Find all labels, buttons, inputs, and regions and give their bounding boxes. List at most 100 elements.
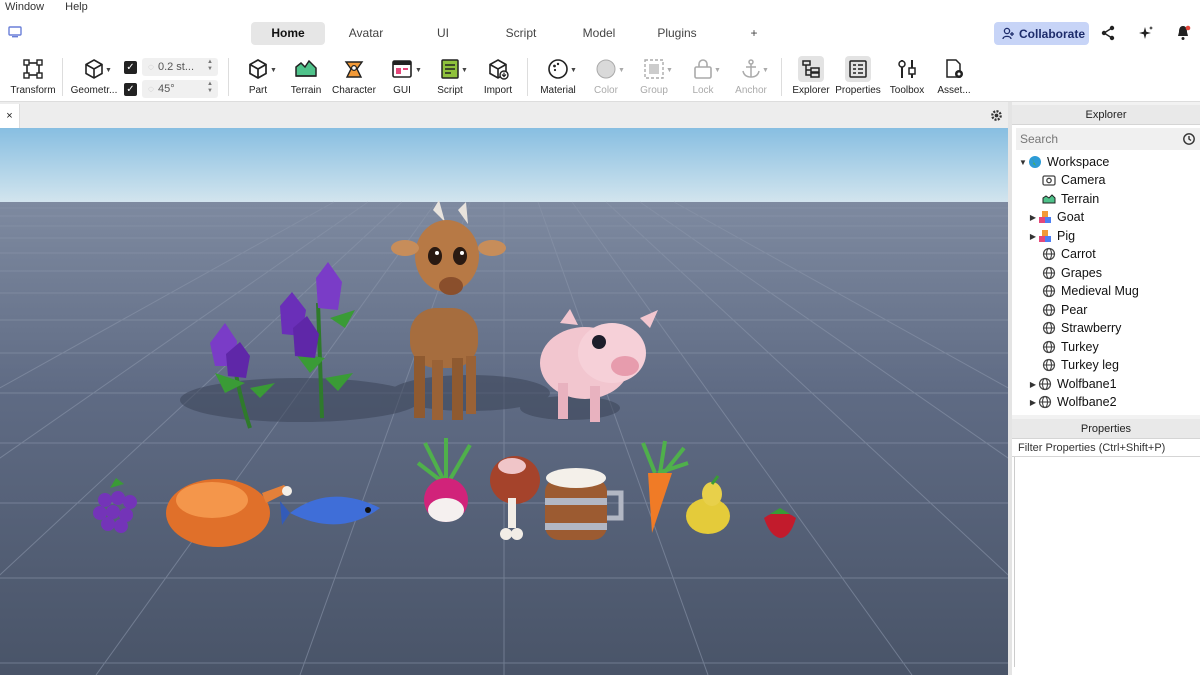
tab-ui[interactable]: UI <box>407 22 479 45</box>
material-tool[interactable]: Material <box>538 56 578 100</box>
model-icon <box>1039 211 1051 223</box>
terrain-icon <box>1042 194 1056 204</box>
tree-item-wolfbane1[interactable]: ▶ Wolfbane1 <box>1028 375 1117 393</box>
tree-item-goat[interactable]: ▶ Goat <box>1028 208 1084 226</box>
gui-tool[interactable]: GUI <box>384 56 420 100</box>
notification-bell-icon[interactable] <box>1174 24 1192 42</box>
add-user-icon <box>1002 27 1014 40</box>
asset-manager-toggle[interactable]: Asset... <box>934 56 974 100</box>
gui-dropdown-icon[interactable]: ▼ <box>415 67 422 74</box>
properties-toggle[interactable]: Properties <box>835 56 881 100</box>
tree-item-label: Carrot <box>1061 247 1096 261</box>
tree-item-label: Turkey <box>1061 340 1099 354</box>
tab-add[interactable]: + <box>719 22 789 45</box>
rotate-snap-input[interactable]: ◌ 45° ▲ ▼ <box>142 80 218 98</box>
scene-render[interactable] <box>0 128 1008 675</box>
studio-icon[interactable] <box>8 26 22 38</box>
tree-item-turkey[interactable]: Turkey <box>1042 338 1099 356</box>
import-icon <box>489 59 509 80</box>
tree-item-medieval-mug[interactable]: Medieval Mug <box>1042 282 1139 300</box>
expand-down-icon[interactable]: ▼ <box>1018 158 1028 167</box>
move-snap-input[interactable]: ◌ 0.2 st... ▲ ▼ <box>142 58 218 76</box>
model-icon <box>1039 230 1051 242</box>
tree-item-workspace[interactable]: ▼ Workspace <box>1018 153 1109 171</box>
ribbon-tab-bar: Home Avatar UI Script Model Plugins + Co… <box>0 14 1200 52</box>
part-tool[interactable]: Part <box>238 56 278 100</box>
history-icon[interactable] <box>1182 132 1196 146</box>
tab-model[interactable]: Model <box>563 22 635 45</box>
anchor-icon <box>742 59 760 78</box>
tree-item-grapes[interactable]: Grapes <box>1042 264 1102 282</box>
geometry-tool[interactable]: Geometr... <box>68 56 120 100</box>
color-dropdown-icon[interactable]: ▼ <box>618 67 625 74</box>
tree-item-pear[interactable]: Pear <box>1042 301 1087 319</box>
properties-filter-input[interactable]: Filter Properties (Ctrl+Shift+P) <box>1012 439 1200 457</box>
collaborate-button[interactable]: Collaborate <box>994 22 1089 45</box>
group-dropdown-icon[interactable]: ▼ <box>666 67 673 74</box>
material-dropdown-icon[interactable]: ▼ <box>570 67 577 74</box>
rotate-snap-checkbox[interactable]: ✓ <box>124 83 137 96</box>
tree-item-label: Medieval Mug <box>1061 284 1139 298</box>
sky <box>0 128 1008 203</box>
expand-right-icon[interactable]: ▶ <box>1028 232 1038 241</box>
lock-dropdown-icon[interactable]: ▼ <box>714 67 721 74</box>
properties-title: Properties <box>1012 419 1200 439</box>
globe-icon <box>1029 156 1041 168</box>
tab-avatar[interactable]: Avatar <box>325 22 407 45</box>
expand-right-icon[interactable]: ▶ <box>1028 380 1038 389</box>
expand-right-icon[interactable]: ▶ <box>1028 398 1038 407</box>
part-dropdown-icon[interactable]: ▼ <box>270 67 277 74</box>
anchor-dropdown-icon[interactable]: ▼ <box>762 67 769 74</box>
gui-label: GUI <box>393 85 411 96</box>
explorer-toggle[interactable]: Explorer <box>791 56 831 100</box>
tree-item-wolfbane2[interactable]: ▶ Wolfbane2 <box>1028 393 1117 411</box>
tab-home[interactable]: Home <box>251 22 325 45</box>
script-dropdown-icon[interactable]: ▼ <box>461 67 468 74</box>
gui-icon <box>392 60 412 78</box>
collaborate-label: Collaborate <box>1019 26 1086 41</box>
anchor-tool[interactable]: Anchor <box>731 56 771 100</box>
share-icon[interactable] <box>1099 24 1117 42</box>
mesh-icon <box>1042 321 1056 335</box>
expand-right-icon[interactable]: ▶ <box>1028 213 1038 222</box>
move-snap-icon: ◌ <box>148 61 154 73</box>
lock-tool[interactable]: Lock <box>683 56 723 100</box>
transform-tool[interactable]: Transform <box>8 56 58 100</box>
viewport-tab-strip: × <box>0 102 1008 128</box>
camera-icon <box>1042 175 1056 186</box>
explorer-icon <box>802 60 820 78</box>
assistant-sparkle-icon[interactable] <box>1137 24 1155 42</box>
group-icon <box>644 59 664 79</box>
viewport-close-tab[interactable]: × <box>0 104 20 128</box>
asset-manager-icon <box>946 59 963 78</box>
viewport-settings-gear-icon[interactable] <box>989 108 1004 123</box>
mesh-icon <box>1042 358 1056 372</box>
group-tool[interactable]: Group <box>634 56 674 100</box>
mesh-icon <box>1038 395 1052 409</box>
menu-window[interactable]: Window <box>0 1 49 13</box>
toolbox-toggle[interactable]: Toolbox <box>887 56 927 100</box>
menu-help[interactable]: Help <box>60 1 93 13</box>
explorer-search-input[interactable]: Search <box>1016 128 1200 150</box>
move-snap-checkbox[interactable]: ✓ <box>124 61 137 74</box>
color-label: Color <box>594 85 618 96</box>
tree-item-carrot[interactable]: Carrot <box>1042 245 1096 263</box>
3d-viewport[interactable] <box>0 128 1008 675</box>
tab-plugins[interactable]: Plugins <box>635 22 719 45</box>
tree-item-strawberry[interactable]: Strawberry <box>1042 319 1121 337</box>
tree-item-turkey-leg[interactable]: Turkey leg <box>1042 356 1119 374</box>
tree-item-terrain[interactable]: Terrain <box>1042 190 1099 208</box>
geometry-dropdown-icon[interactable]: ▼ <box>105 67 112 74</box>
rotate-snap-stepper[interactable]: ▲ ▼ <box>207 81 213 95</box>
import-tool[interactable]: Import <box>478 56 518 100</box>
terrain-tool[interactable]: Terrain <box>286 56 326 100</box>
tree-item-pig[interactable]: ▶ Pig <box>1028 227 1075 245</box>
tab-script[interactable]: Script <box>479 22 563 45</box>
tree-item-label: Turkey leg <box>1061 358 1119 372</box>
script-tool[interactable]: Script <box>430 56 470 100</box>
material-icon <box>548 59 568 79</box>
color-tool[interactable]: Color <box>586 56 626 100</box>
tree-item-camera[interactable]: Camera <box>1042 171 1105 189</box>
move-snap-stepper[interactable]: ▲ ▼ <box>207 59 213 73</box>
character-tool[interactable]: Character <box>332 56 376 100</box>
